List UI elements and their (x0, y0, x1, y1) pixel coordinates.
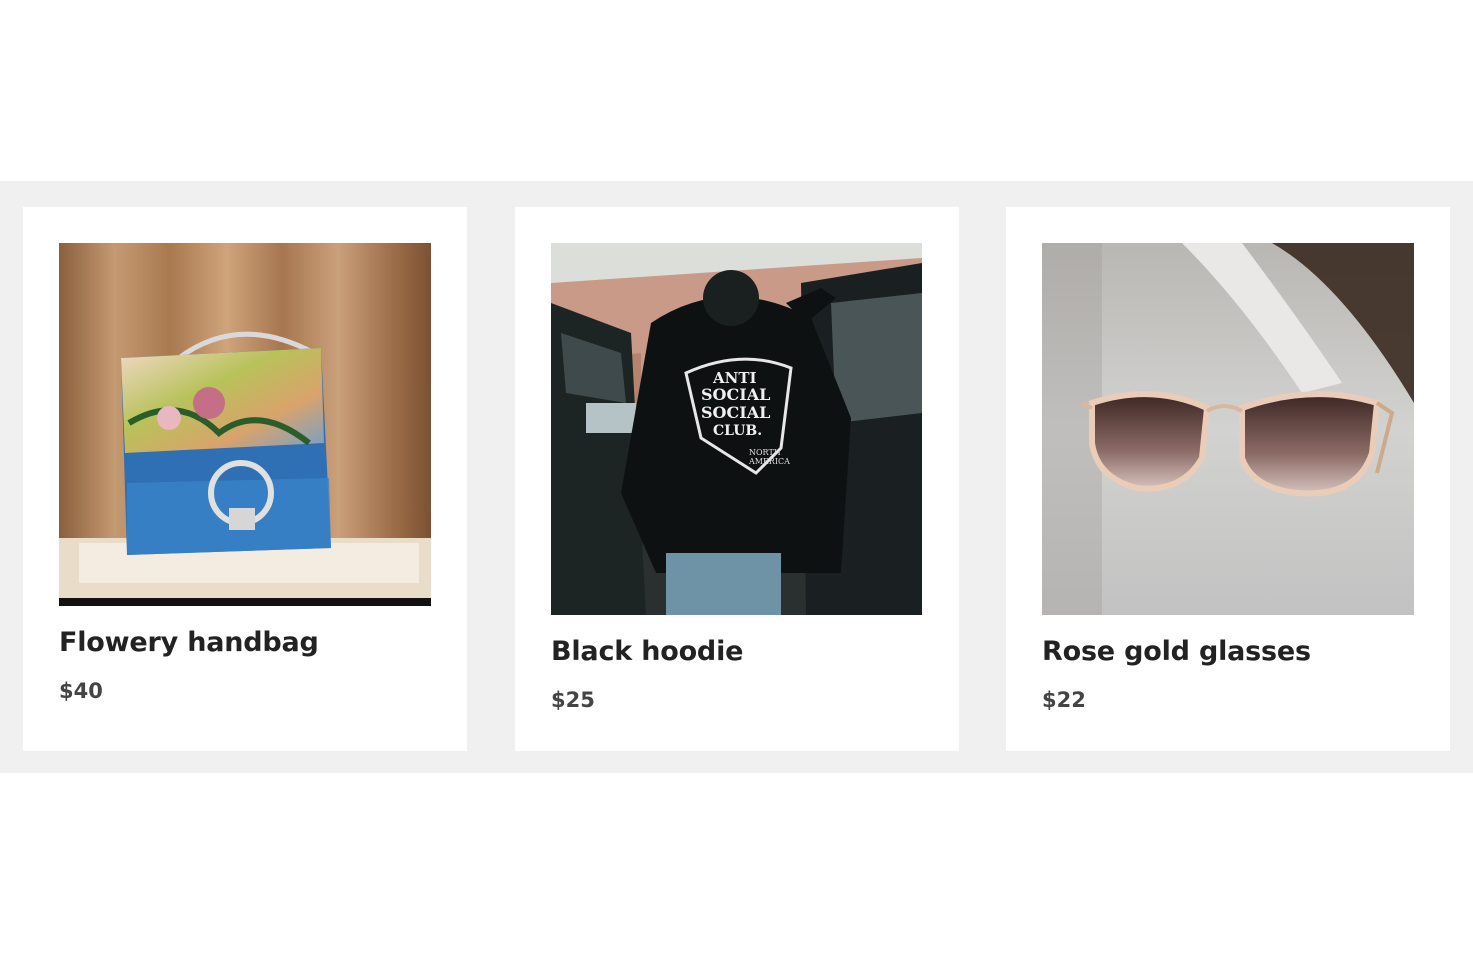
handbag-photo-icon (59, 243, 431, 606)
product-title[interactable]: Rose gold glasses (1042, 636, 1311, 667)
hoodie-image[interactable]: ANTI SOCIAL SOCIAL CLUB. NORTH AMERICA (551, 243, 922, 615)
product-title[interactable]: Flowery handbag (59, 627, 319, 658)
hoodie-print-line: AMERICA (748, 457, 790, 466)
hoodie-print-line: NORTH (749, 448, 781, 457)
product-card-hoodie[interactable]: ANTI SOCIAL SOCIAL CLUB. NORTH AMERICA B… (515, 207, 959, 751)
handbag-image[interactable] (59, 243, 431, 606)
hoodie-print-line: CLUB. (713, 423, 762, 439)
product-price: $25 (551, 688, 595, 712)
product-price: $40 (59, 679, 103, 703)
glasses-image[interactable] (1042, 243, 1414, 615)
product-card-glasses[interactable]: Rose gold glasses $22 (1006, 207, 1450, 751)
sunglasses-photo-icon (1042, 243, 1414, 615)
product-card-handbag[interactable]: Flowery handbag $40 (23, 207, 467, 751)
hoodie-print-line: SOCIAL (701, 403, 770, 422)
product-price: $22 (1042, 688, 1086, 712)
product-title[interactable]: Black hoodie (551, 636, 743, 667)
hoodie-photo-icon: ANTI SOCIAL SOCIAL CLUB. NORTH AMERICA (551, 243, 922, 615)
hoodie-print-line: SOCIAL (701, 385, 770, 404)
